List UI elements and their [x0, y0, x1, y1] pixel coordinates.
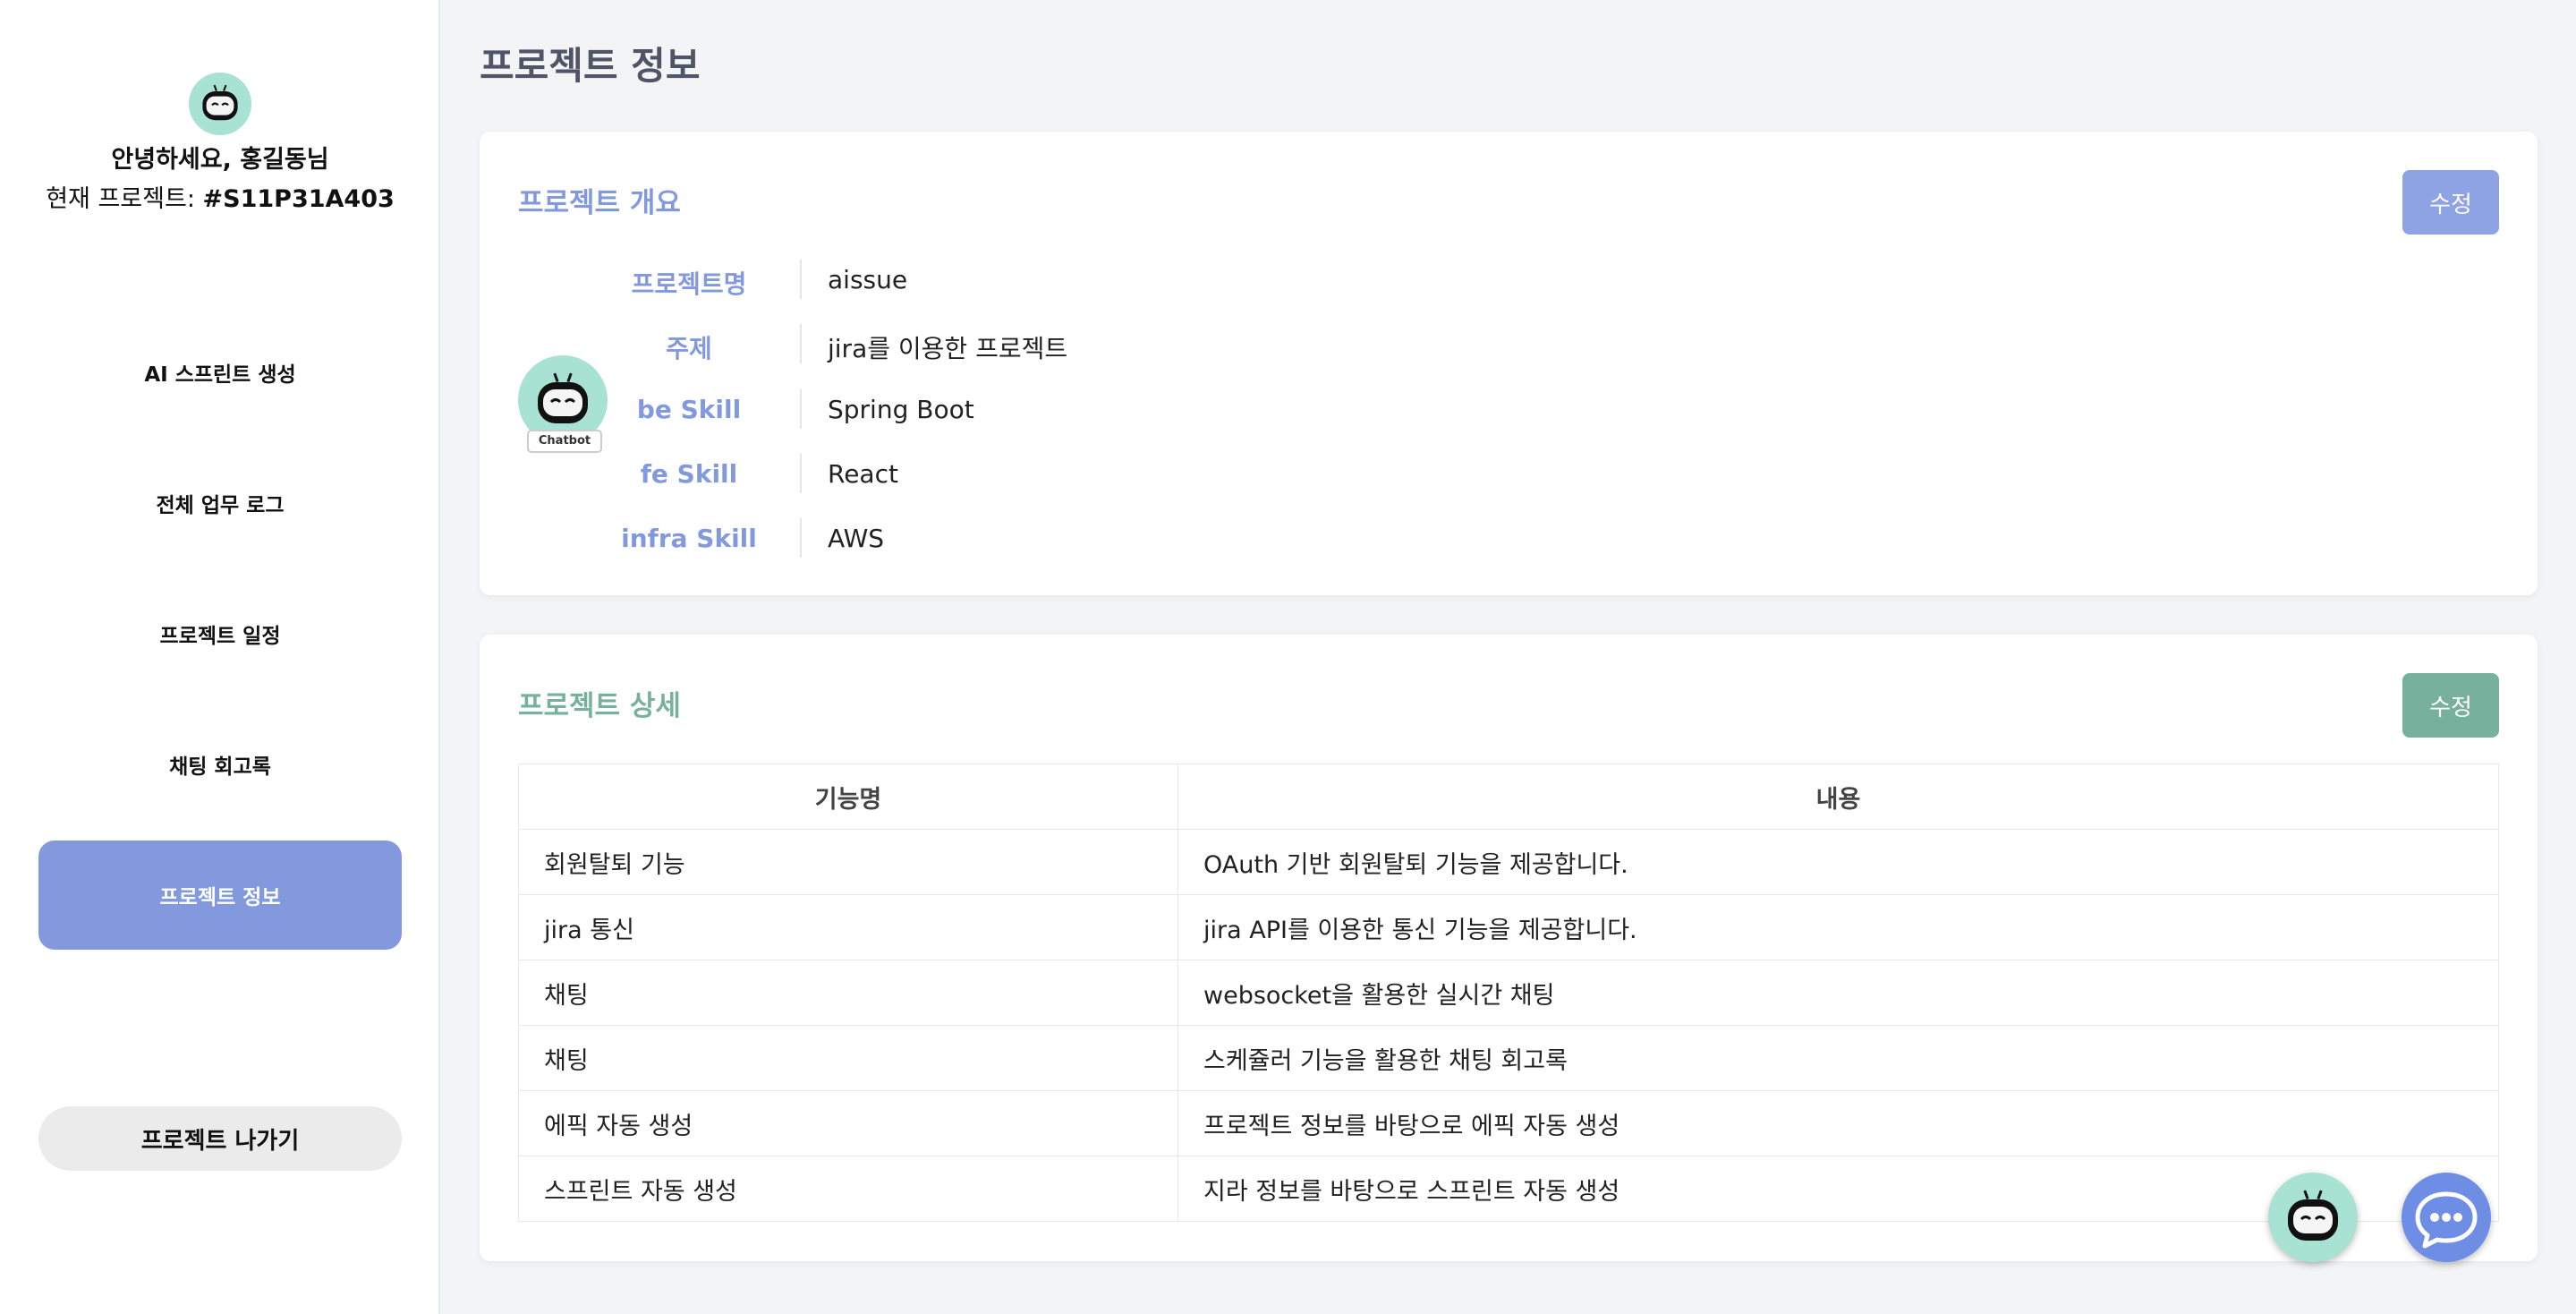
feature-content-cell: jira API를 이용한 통신 기능을 제공합니다.	[1177, 894, 2499, 960]
current-project: 현재 프로젝트: #S11P31A403	[0, 179, 440, 214]
info-value: jira를 이용한 프로젝트	[828, 334, 1068, 363]
feature-content-cell: 프로젝트 정보를 바탕으로 에픽 자동 생성	[1177, 1090, 2499, 1156]
info-label: fe Skill	[640, 459, 738, 489]
table-row: 스프린트 자동 생성 지라 정보를 바탕으로 스프린트 자동 생성	[518, 1156, 2499, 1222]
info-label: be Skill	[636, 395, 742, 424]
overview-title: 프로젝트 개요	[518, 187, 681, 219]
sidebar: 안녕하세요, 홍길동님 현재 프로젝트: #S11P31A403 AI 스프린트…	[0, 0, 440, 1314]
detail-title: 프로젝트 상세	[518, 690, 681, 722]
app-root: 안녕하세요, 홍길동님 현재 프로젝트: #S11P31A403 AI 스프린트…	[0, 0, 2576, 1314]
leave-project-button[interactable]: 프로젝트 나가기	[38, 1106, 402, 1171]
chatbot-badge-label: Chatbot	[527, 430, 602, 453]
feature-content-cell: websocket을 활용한 실시간 채팅	[1177, 960, 2499, 1026]
robot-avatar-icon	[189, 73, 251, 135]
overview-edit-button[interactable]: 수정	[2402, 170, 2499, 235]
table-row: jira 통신 jira API를 이용한 통신 기능을 제공합니다.	[518, 894, 2499, 960]
info-row-topic: 주제 jira를 이용한 프로젝트	[605, 324, 1410, 369]
table-row: 회원탈퇴 기능 OAuth 기반 회원탈퇴 기능을 제공합니다.	[518, 829, 2499, 895]
feature-content-cell: OAuth 기반 회원탈퇴 기능을 제공합니다.	[1177, 829, 2499, 895]
page-title: 프로젝트 정보	[480, 44, 701, 88]
feature-name-cell: 회원탈퇴 기능	[518, 829, 1178, 895]
feature-name-cell: 채팅	[518, 960, 1178, 1026]
column-header-content: 내용	[1177, 764, 2499, 830]
greeting-text: 안녕하세요, 홍길동님	[111, 146, 329, 174]
info-row-be-skill: be Skill Spring Boot	[605, 389, 1410, 434]
feature-name-cell: 에픽 자동 생성	[518, 1090, 1178, 1156]
feature-content-cell: 스케쥴러 기능을 활용한 채팅 회고록	[1177, 1025, 2499, 1091]
detail-card: 프로젝트 상세 수정 기능명 내용 회원탈퇴 기능 OAuth 기반 회원탈퇴 …	[480, 635, 2538, 1261]
info-divider	[800, 324, 802, 363]
detail-edit-button[interactable]: 수정	[2402, 673, 2499, 738]
chatbot-badge: Chatbot	[518, 355, 611, 463]
nav-item-ai-sprint[interactable]: AI 스프린트 생성	[38, 318, 402, 427]
info-row-fe-skill: fe Skill React	[605, 454, 1410, 499]
current-project-code: #S11P31A403	[202, 185, 395, 213]
table-row: 에픽 자동 생성 프로젝트 정보를 바탕으로 에픽 자동 생성	[518, 1090, 2499, 1156]
feature-name-cell: jira 통신	[518, 894, 1178, 960]
info-value: aissue	[828, 265, 908, 294]
info-divider	[800, 260, 802, 299]
column-header-feature: 기능명	[518, 764, 1178, 830]
table-row: 채팅 스케쥴러 기능을 활용한 채팅 회고록	[518, 1025, 2499, 1091]
feature-name-cell: 스프린트 자동 생성	[518, 1156, 1178, 1222]
current-project-prefix: 현재 프로젝트:	[46, 185, 203, 213]
robot-face-icon	[2288, 1190, 2338, 1241]
info-label: 주제	[666, 334, 712, 363]
chat-bubble-icon	[2415, 1191, 2478, 1249]
info-value: React	[828, 459, 898, 489]
nav-item-project-info[interactable]: 프로젝트 정보	[38, 840, 402, 950]
info-value: AWS	[828, 524, 885, 553]
info-divider	[800, 518, 802, 558]
chat-fab-button[interactable]	[2402, 1173, 2491, 1262]
overview-card: 프로젝트 개요 수정 Chatbot 프로젝트명 aissue 주제 jira를…	[480, 132, 2538, 595]
chatbot-fab-button[interactable]	[2268, 1173, 2358, 1262]
info-label: 프로젝트명	[631, 269, 747, 299]
table-header-row: 기능명 내용	[518, 764, 2499, 830]
nav-item-chat-retro[interactable]: 채팅 회고록	[38, 710, 402, 819]
info-label: infra Skill	[621, 524, 757, 553]
info-row-infra-skill: infra Skill AWS	[605, 518, 1410, 563]
info-value: Spring Boot	[828, 395, 974, 424]
nav-item-schedule[interactable]: 프로젝트 일정	[38, 579, 402, 688]
info-divider	[800, 389, 802, 429]
info-row-project-name: 프로젝트명 aissue	[605, 260, 1410, 304]
info-divider	[800, 454, 802, 493]
table-row: 채팅 websocket을 활용한 실시간 채팅	[518, 960, 2499, 1026]
nav-item-work-log[interactable]: 전체 업무 로그	[38, 448, 402, 558]
features-table: 기능명 내용 회원탈퇴 기능 OAuth 기반 회원탈퇴 기능을 제공합니다. …	[518, 764, 2499, 1222]
feature-name-cell: 채팅	[518, 1025, 1178, 1091]
